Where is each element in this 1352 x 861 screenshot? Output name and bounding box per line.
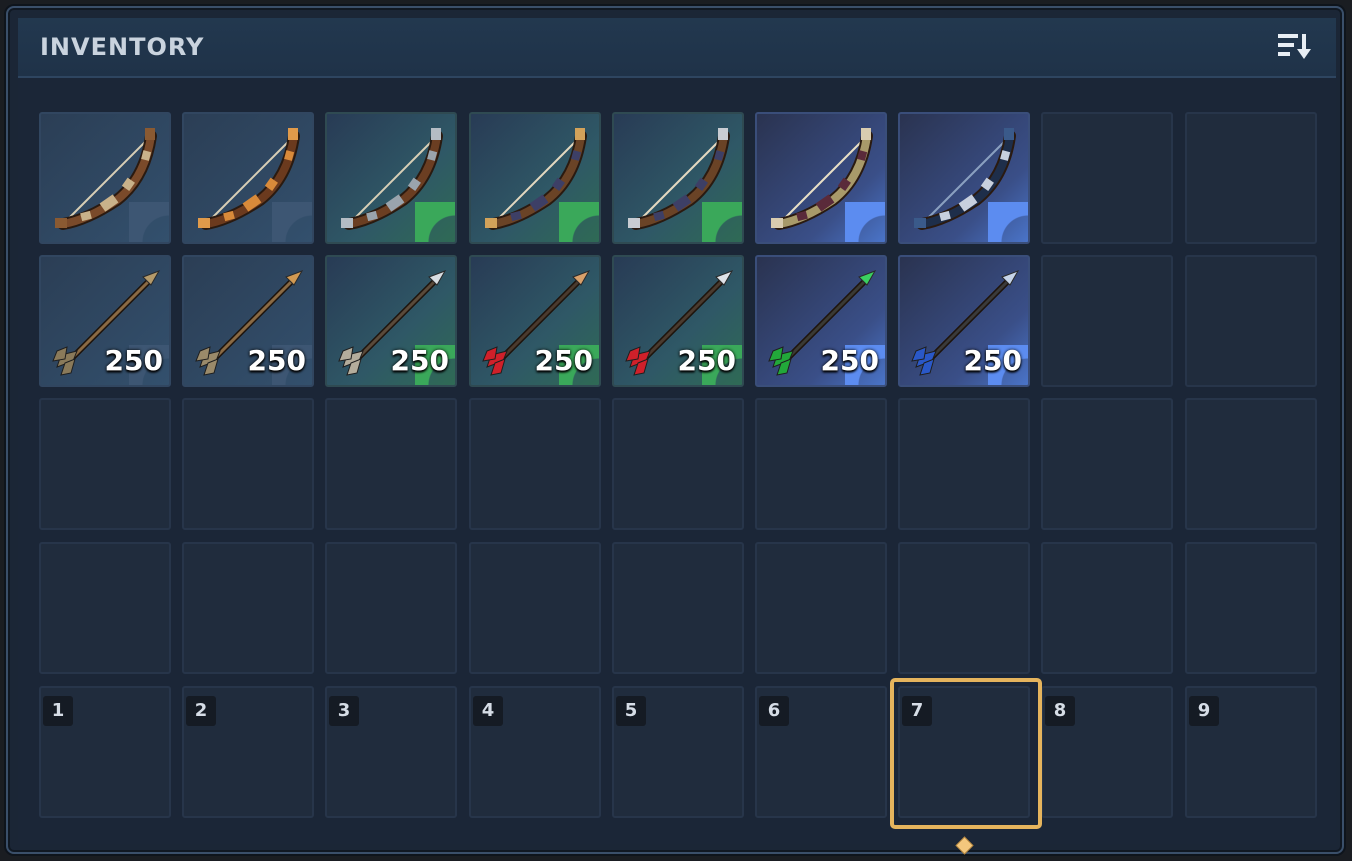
- hotbar-slot-5[interactable]: 5: [612, 686, 744, 818]
- hotbar-key-label: 5: [616, 696, 646, 726]
- inventory-slot-red-fletched-steel-arrow[interactable]: 250: [612, 255, 744, 387]
- hotbar-slot-9[interactable]: 9: [1185, 686, 1317, 818]
- inventory-slot-empty[interactable]: [1185, 542, 1317, 674]
- inventory-slot-empty[interactable]: [469, 398, 601, 530]
- item-quantity: 250: [390, 344, 449, 377]
- hotbar-key-label: 3: [329, 696, 359, 726]
- bow-icon: [771, 128, 873, 230]
- sort-button[interactable]: [1278, 32, 1318, 62]
- item-quantity: 250: [247, 344, 306, 377]
- hotbar-slot-3[interactable]: 3: [325, 686, 457, 818]
- inventory-slot-empty[interactable]: [612, 398, 744, 530]
- hotbar-key-label: 9: [1189, 696, 1219, 726]
- inventory-slot-copper-arrow[interactable]: 250: [182, 255, 314, 387]
- inventory-slot-red-fletched-arrow[interactable]: 250: [469, 255, 601, 387]
- inventory-slot-empty[interactable]: [39, 398, 171, 530]
- hotbar-slot-8[interactable]: 8: [1041, 686, 1173, 818]
- inventory-slot-empty[interactable]: [1041, 112, 1173, 244]
- inventory-slot-empty[interactable]: [469, 542, 601, 674]
- inventory-slot-empty[interactable]: [325, 398, 457, 530]
- inventory-slot-empty[interactable]: [898, 542, 1030, 674]
- inventory-slot-iron-bow[interactable]: [325, 112, 457, 244]
- hotbar-slot-6[interactable]: 6: [755, 686, 887, 818]
- hotbar-key-label: 4: [473, 696, 503, 726]
- hotbar-slot-1[interactable]: 1: [39, 686, 171, 818]
- inventory-slot-silver-tipped-bow[interactable]: [612, 112, 744, 244]
- bow-icon: [55, 128, 157, 230]
- inventory-header: INVENTORY: [18, 18, 1336, 78]
- hotbar-slot-2[interactable]: 2: [182, 686, 314, 818]
- inventory-slot-empty[interactable]: [39, 542, 171, 674]
- inventory-slot-empty[interactable]: [612, 542, 744, 674]
- inventory-slot-empty[interactable]: [898, 398, 1030, 530]
- inventory-slot-empty[interactable]: [182, 542, 314, 674]
- hotbar-key-label: 8: [1045, 696, 1075, 726]
- hotbar-key-label: 1: [43, 696, 73, 726]
- item-quantity: 250: [104, 344, 163, 377]
- item-quantity: 250: [963, 344, 1022, 377]
- bow-icon: [485, 128, 587, 230]
- item-quantity: 250: [677, 344, 736, 377]
- bow-icon: [341, 128, 443, 230]
- hotbar-key-label: 2: [186, 696, 216, 726]
- inventory-slot-empty[interactable]: [1041, 255, 1173, 387]
- inventory-slot-empty[interactable]: [1041, 542, 1173, 674]
- inventory-slot-wooden-bow[interactable]: [39, 112, 171, 244]
- bow-icon: [914, 128, 1016, 230]
- inventory-slot-bone-bow[interactable]: [755, 112, 887, 244]
- inventory-slot-green-arrow[interactable]: 250: [755, 255, 887, 387]
- hotbar-key-label: 6: [759, 696, 789, 726]
- inventory-slot-empty[interactable]: [182, 398, 314, 530]
- inventory-title: INVENTORY: [40, 33, 205, 61]
- bow-icon: [628, 128, 730, 230]
- inventory-slot-empty[interactable]: [1041, 398, 1173, 530]
- inventory-slot-empty[interactable]: [755, 398, 887, 530]
- item-quantity: 250: [534, 344, 593, 377]
- inventory-slot-gold-tipped-bow[interactable]: [469, 112, 601, 244]
- selected-hotbar-slot-highlight: [890, 678, 1042, 829]
- inventory-slot-wooden-arrow[interactable]: 250: [39, 255, 171, 387]
- inventory-slot-empty[interactable]: [1185, 255, 1317, 387]
- inventory-slot-empty[interactable]: [755, 542, 887, 674]
- item-quantity: 250: [820, 344, 879, 377]
- inventory-slot-empty[interactable]: [1185, 398, 1317, 530]
- inventory-slot-copper-bow[interactable]: [182, 112, 314, 244]
- inventory-slot-dark-blue-bow[interactable]: [898, 112, 1030, 244]
- sort-icon: [1278, 34, 1311, 59]
- inventory-slot-empty[interactable]: [1185, 112, 1317, 244]
- inventory-slot-iron-arrow[interactable]: 250: [325, 255, 457, 387]
- hotbar-slot-4[interactable]: 4: [469, 686, 601, 818]
- inventory-slot-blue-arrow[interactable]: 250: [898, 255, 1030, 387]
- bow-icon: [198, 128, 300, 230]
- inventory-slot-empty[interactable]: [325, 542, 457, 674]
